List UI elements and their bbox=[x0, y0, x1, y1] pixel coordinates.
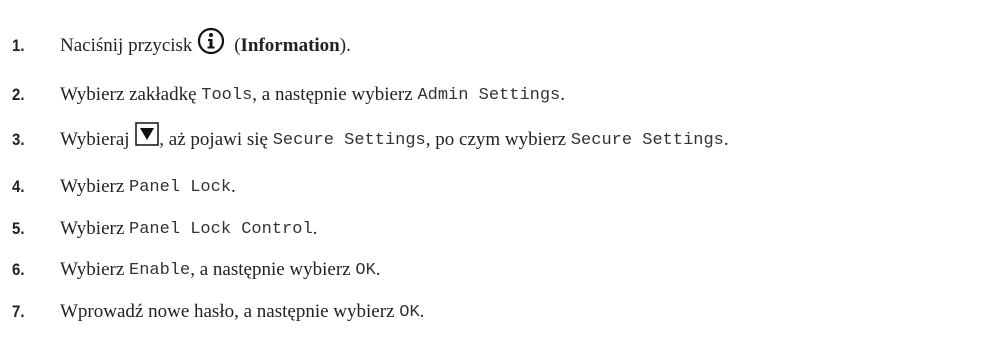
ui-label-secure-settings: Secure Settings bbox=[272, 130, 426, 150]
ui-label-ok: OK bbox=[355, 260, 376, 280]
step-number: 3. bbox=[12, 130, 25, 149]
step-text-part: ( bbox=[229, 35, 241, 56]
instruction-steps: 1. Naciśnij przycisk ( Information ). 2.… bbox=[0, 0, 991, 341]
ui-label-enable: Enable bbox=[129, 260, 191, 280]
step-number: 7. bbox=[12, 302, 25, 321]
step-text-part: Wybierz bbox=[60, 176, 130, 197]
ui-label-panel-lock: Panel Lock bbox=[129, 177, 232, 197]
step-text: Wybierz zakładkę Tools , a następnie wyb… bbox=[60, 84, 565, 106]
step-text: Wybieraj , aż pojawi się Secure Settings… bbox=[60, 122, 729, 152]
step-text-part: . bbox=[231, 176, 236, 197]
step-text: Naciśnij przycisk ( Information ). bbox=[60, 27, 351, 60]
ui-label-panel-lock-control: Panel Lock Control bbox=[129, 219, 313, 239]
step-text-part: , aż pojawi się bbox=[159, 129, 273, 150]
step-text-part: ). bbox=[339, 35, 351, 56]
step-text-part: , po czym wybierz bbox=[425, 129, 571, 150]
step-text-part: . bbox=[312, 218, 318, 239]
step-text: Wprowadź nowe hasło, a następnie wybierz… bbox=[60, 301, 424, 323]
step-text-part: Wybierz bbox=[60, 259, 130, 280]
step-text-part: Wybieraj bbox=[60, 129, 135, 150]
step-text-part: Naciśnij przycisk bbox=[60, 35, 193, 56]
step-text-part: , a następnie wybierz bbox=[190, 259, 356, 280]
step-number: 1. bbox=[12, 36, 25, 55]
step-number: 5. bbox=[12, 219, 25, 238]
step-text-part: , a następnie wybierz bbox=[252, 84, 418, 105]
step-text-part: . bbox=[419, 301, 425, 322]
step-text-part: . bbox=[375, 259, 381, 280]
information-button-name: Information bbox=[240, 35, 340, 56]
ui-label-secure-settings: Secure Settings bbox=[570, 130, 724, 150]
step-text-part: Wybierz bbox=[60, 218, 130, 239]
info-icon bbox=[197, 27, 225, 55]
ui-label-ok: OK bbox=[399, 302, 420, 322]
step-text: Wybierz Panel Lock Control . bbox=[60, 218, 317, 240]
down-arrow-icon bbox=[135, 122, 160, 146]
step-text-part: Wprowadź nowe hasło, a następnie wybierz bbox=[60, 301, 400, 322]
step-text-part: Wybierz zakładkę bbox=[60, 84, 202, 105]
step-number: 2. bbox=[12, 85, 25, 104]
step-text: Wybierz Enable , a następnie wybierz OK … bbox=[60, 259, 381, 281]
step-text-part: . bbox=[723, 129, 729, 150]
step-number: 6. bbox=[12, 260, 25, 279]
step-text: Wybierz Panel Lock . bbox=[60, 176, 236, 198]
ui-label-tools: Tools bbox=[201, 85, 253, 105]
ui-label-admin-settings: Admin Settings bbox=[417, 85, 561, 105]
step-text-part: . bbox=[560, 84, 566, 105]
step-number: 4. bbox=[12, 177, 25, 196]
